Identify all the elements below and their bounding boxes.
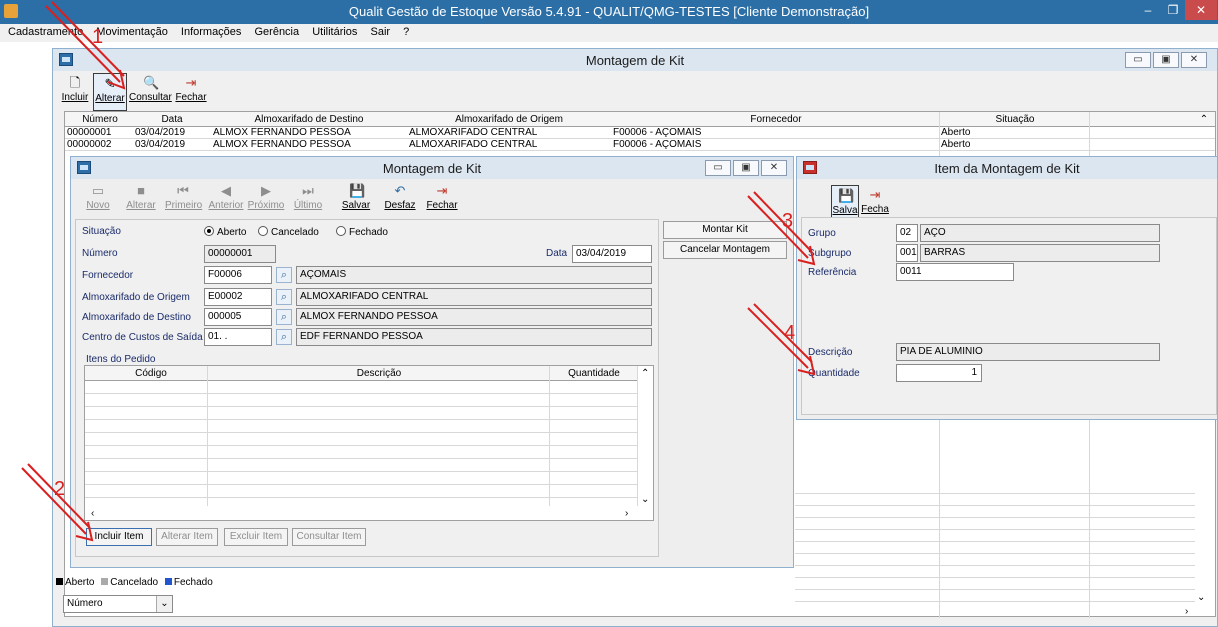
annotation-arrow-1 (45, 1, 126, 90)
annotation-arrow-3 (747, 191, 816, 266)
annotation-label-4: 4 (784, 322, 796, 344)
annotation-arrow-4 (747, 303, 816, 376)
annotation-label-2: 2 (54, 478, 66, 500)
annotation-arrow-2 (21, 463, 94, 542)
annotation-label-3: 3 (782, 210, 794, 232)
annotation-label-1: 1 (92, 26, 104, 48)
annotation-overlay (21, 1, 816, 542)
